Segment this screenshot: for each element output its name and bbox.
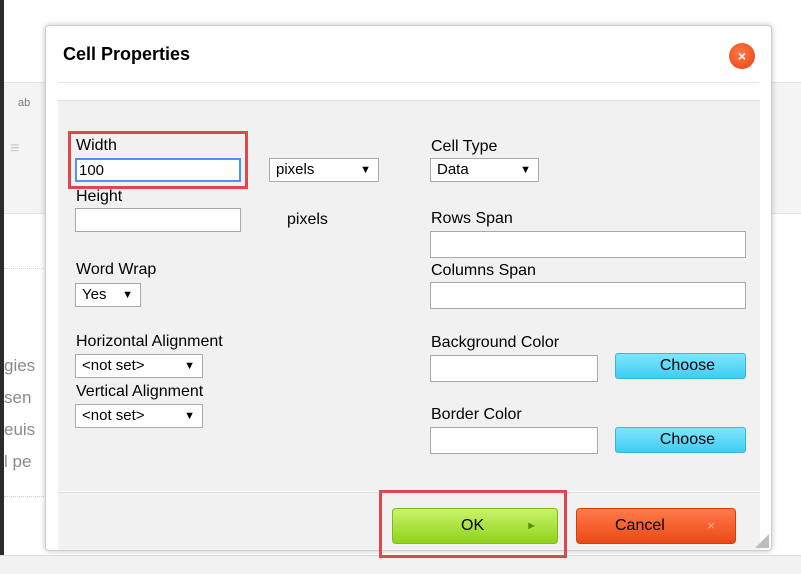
editor-text-fragment: sen [4,388,32,407]
ok-highlight [379,490,567,558]
width-highlight [68,131,248,189]
word-wrap-label: Word Wrap [76,261,157,278]
cell-properties-dialog: Cell Properties × Width pixels ▼ Height … [45,25,772,558]
cell-type-label: Cell Type [431,138,498,155]
horizontal-alignment-label: Horizontal Alignment [76,333,223,350]
editor-text-fragment: l pe [4,452,32,471]
format-icon[interactable]: ≡ [10,140,19,158]
rows-span-input[interactable] [430,231,746,258]
height-label: Height [76,188,123,205]
columns-span-label: Columns Span [431,262,536,279]
editor-toolbar-right [771,82,801,214]
border-color-input[interactable] [430,427,598,454]
columns-span-input[interactable] [430,282,746,309]
border-color-label: Border Color [431,406,522,423]
horizontal-alignment-value: <not set> [82,357,145,374]
vertical-alignment-value: <not set> [82,407,145,424]
chevron-down-icon: ▼ [122,289,133,301]
cancel-label: Cancel [615,517,665,534]
width-unit-value: pixels [276,161,315,178]
cell-type-select[interactable]: Data ▼ [430,158,539,182]
background-color-label: Background Color [431,334,560,351]
vertical-alignment-label: Vertical Alignment [76,383,204,400]
rows-span-label: Rows Span [431,210,513,227]
cancel-button[interactable]: Cancel × [576,508,736,544]
editor-text-fragment: gies [4,356,36,375]
editor-text-fragment: euis [4,420,36,439]
cell-type-value: Data [437,161,469,178]
chevron-down-icon: ▼ [520,164,531,176]
height-input[interactable] [75,208,241,232]
properties-panel: Width pixels ▼ Height pixels Word Wrap Y… [58,100,760,491]
chevron-down-icon: ▼ [360,164,371,176]
border-color-choose-button[interactable]: Choose [615,427,746,453]
dialog-title: Cell Properties [63,44,191,64]
horizontal-alignment-select[interactable]: <not set> ▼ [75,354,203,378]
height-unit-label: pixels [287,211,328,228]
dialog-footer: OK ► Cancel × [58,490,760,558]
chevron-down-icon: ▼ [184,410,195,422]
close-icon[interactable]: × [729,43,755,69]
width-unit-select[interactable]: pixels ▼ [269,158,379,182]
word-wrap-select[interactable]: Yes ▼ [75,283,141,307]
vertical-alignment-select[interactable]: <not set> ▼ [75,404,203,428]
resize-handle[interactable] [755,534,769,548]
background-color-input[interactable] [430,355,598,382]
chevron-down-icon: ▼ [184,360,195,372]
word-wrap-value: Yes [82,286,107,303]
close-icon: × [707,518,715,533]
background-color-choose-button[interactable]: Choose [615,353,746,379]
spellcheck-icon[interactable]: ab [18,98,30,109]
title-divider [58,82,759,83]
